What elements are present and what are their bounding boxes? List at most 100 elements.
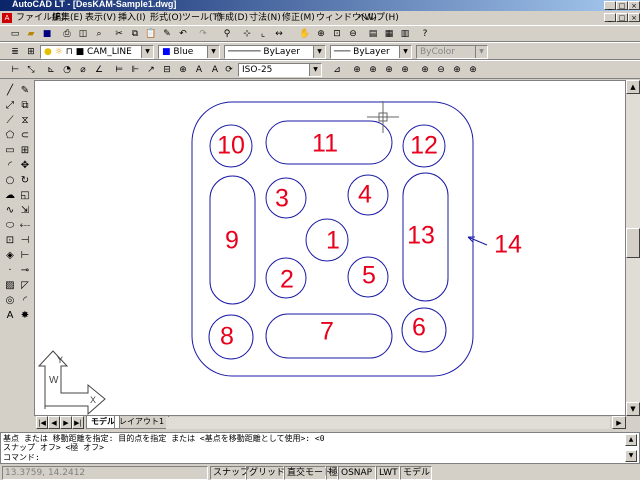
- offset-tool-icon[interactable]: ⊂: [18, 129, 32, 143]
- zoom-scale-icon[interactable]: ⊕: [382, 63, 396, 77]
- tab-next-icon[interactable]: ▶: [60, 416, 72, 429]
- polyline-tool-icon[interactable]: ⟋: [3, 114, 17, 128]
- zoom-window-icon[interactable]: ⊕: [350, 63, 364, 77]
- open-icon[interactable]: ▰: [24, 27, 38, 41]
- lineweight-select[interactable]: ─── ByLayer ▼: [330, 45, 412, 59]
- cmd-scroll-down-icon[interactable]: ▼: [625, 450, 637, 462]
- hatch-tool-icon[interactable]: ▨: [3, 279, 17, 293]
- minimize-button[interactable]: _: [604, 1, 616, 10]
- zoom-all-icon[interactable]: ⊕: [450, 63, 464, 77]
- chamfer-tool-icon[interactable]: ◸: [18, 279, 32, 293]
- linear-dim-icon[interactable]: ⊢: [8, 63, 22, 77]
- pan-icon[interactable]: ✋: [298, 27, 312, 41]
- color-select[interactable]: ■ Blue ▼: [158, 45, 220, 59]
- tab-last-icon[interactable]: ▶|: [72, 416, 84, 429]
- ucs-icon[interactable]: ⌞: [256, 27, 270, 41]
- mtext-tool-icon[interactable]: A: [3, 309, 17, 323]
- doc-minimize-button[interactable]: _: [604, 13, 616, 22]
- spline-tool-icon[interactable]: ∿: [3, 204, 17, 218]
- lwt-toggle[interactable]: LWT: [376, 466, 400, 480]
- line-tool-icon[interactable]: ╱: [3, 84, 17, 98]
- ellipse-tool-icon[interactable]: ⬭: [3, 219, 17, 233]
- dim-text-edit-icon[interactable]: A: [208, 63, 222, 77]
- maximize-button[interactable]: □: [616, 1, 628, 10]
- dim-style-icon[interactable]: ⊿: [330, 63, 344, 77]
- scroll-up-icon[interactable]: ▲: [626, 80, 640, 94]
- diameter-dim-icon[interactable]: ⌀: [76, 63, 90, 77]
- new-icon[interactable]: ▭: [8, 27, 22, 41]
- point-tool-icon[interactable]: ·: [3, 264, 17, 278]
- grid-toggle[interactable]: グリッド: [246, 466, 285, 480]
- center-mark-icon[interactable]: ⊕: [176, 63, 190, 77]
- aligned-dim-icon[interactable]: ⤡: [24, 63, 38, 77]
- cmd-scroll-up-icon[interactable]: ▲: [625, 434, 637, 446]
- polar-toggle[interactable]: 極: [326, 466, 338, 480]
- layer-select[interactable]: ● ☼ ⊓ ■ CAM_LINE ▼: [40, 45, 154, 59]
- match-properties-icon[interactable]: ✎: [160, 27, 174, 41]
- menu-view[interactable]: 表示(V): [85, 11, 116, 25]
- dimstyle-select[interactable]: ISO-25 ▼: [238, 63, 322, 77]
- print-preview-icon[interactable]: ◫: [76, 27, 90, 41]
- ordinate-dim-icon[interactable]: ⊾: [44, 63, 58, 77]
- radius-dim-icon[interactable]: ◔: [60, 63, 74, 77]
- dim-edit-icon[interactable]: A: [192, 63, 206, 77]
- command-prompt[interactable]: コマンド:: [3, 453, 40, 462]
- ortho-toggle[interactable]: 直交モード: [284, 466, 332, 480]
- doc-restore-button[interactable]: □: [616, 13, 628, 22]
- angular-dim-icon[interactable]: ∠: [92, 63, 106, 77]
- stretch-tool-icon[interactable]: ⇲: [18, 204, 32, 218]
- linetype-select[interactable]: ────── ByLayer ▼: [224, 45, 326, 59]
- menu-help[interactable]: ヘルプ(H): [358, 11, 399, 25]
- leader-arrow-14[interactable]: [467, 236, 488, 246]
- zoom-out-icon[interactable]: ⊖: [434, 63, 448, 77]
- chevron-down-icon[interactable]: ▼: [309, 64, 321, 76]
- arc-tool-icon[interactable]: ◜: [3, 159, 17, 173]
- baseline-dim-icon[interactable]: ⊨: [112, 63, 126, 77]
- zoom-dynamic-icon[interactable]: ⊕: [366, 63, 380, 77]
- find-icon[interactable]: ⌕: [92, 27, 106, 41]
- zoom-window-icon[interactable]: ⊡: [330, 27, 344, 41]
- lengthen-tool-icon[interactable]: ⤎: [18, 219, 32, 233]
- zoom-extents-icon[interactable]: ⊕: [466, 63, 480, 77]
- zoom-realtime-icon[interactable]: ⊕: [314, 27, 328, 41]
- menu-format[interactable]: 形式(O): [150, 11, 182, 25]
- copy-tool-icon[interactable]: ⧉: [18, 99, 32, 113]
- dim-update-icon[interactable]: ⟳: [222, 63, 236, 77]
- print-icon[interactable]: ⎙: [60, 27, 74, 41]
- scroll-thumb[interactable]: [626, 228, 640, 258]
- osnap-toggle[interactable]: OSNAP: [338, 466, 376, 480]
- tab-layout1[interactable]: レイアウト1: [114, 416, 170, 429]
- menu-insert[interactable]: 挿入(I): [118, 11, 146, 25]
- region-tool-icon[interactable]: ◎: [3, 294, 17, 308]
- design-center-icon[interactable]: ▦: [382, 27, 396, 41]
- undo-icon[interactable]: ↶: [176, 27, 190, 41]
- quickcalc-icon[interactable]: ▥: [398, 27, 412, 41]
- insert-block-icon[interactable]: ⊡: [3, 234, 17, 248]
- explode-tool-icon[interactable]: ✸: [18, 309, 32, 323]
- xline-tool-icon[interactable]: ⤢: [3, 99, 17, 113]
- horizontal-scrollbar[interactable]: [166, 417, 610, 429]
- chevron-down-icon[interactable]: ▼: [141, 46, 153, 58]
- paste-icon[interactable]: 📋: [144, 27, 158, 41]
- properties-icon[interactable]: ▤: [366, 27, 380, 41]
- distance-icon[interactable]: ↔: [272, 27, 286, 41]
- make-current-layer-icon[interactable]: ⊞: [24, 45, 38, 59]
- rotate-tool-icon[interactable]: ↻: [18, 174, 32, 188]
- zoom-center-icon[interactable]: ⊕: [398, 63, 412, 77]
- leader-icon[interactable]: ↗: [144, 63, 158, 77]
- tab-first-icon[interactable]: |◀: [36, 416, 48, 429]
- erase-tool-icon[interactable]: ✎: [18, 84, 32, 98]
- chevron-down-icon[interactable]: ▼: [399, 46, 411, 58]
- break-tool-icon[interactable]: ⊸: [18, 264, 32, 278]
- command-window[interactable]: 基点 または 移動距離を指定: 目的点を指定 または <基点を移動距離として使用…: [0, 432, 640, 464]
- fillet-tool-icon[interactable]: ◜: [18, 294, 32, 308]
- save-icon[interactable]: ■: [40, 27, 54, 41]
- mirror-tool-icon[interactable]: ⧖: [18, 114, 32, 128]
- drawing-area[interactable]: W Y X 10 11 12 3 4 9 1 13 14 2 5 8 7 6: [34, 80, 626, 416]
- hyperlink-icon[interactable]: ⚲: [220, 27, 234, 41]
- menu-dimension[interactable]: 寸法(N): [249, 11, 281, 25]
- array-tool-icon[interactable]: ⊞: [18, 144, 32, 158]
- make-block-icon[interactable]: ◈: [3, 249, 17, 263]
- continue-dim-icon[interactable]: ⊩: [128, 63, 142, 77]
- close-button[interactable]: ×: [628, 1, 640, 10]
